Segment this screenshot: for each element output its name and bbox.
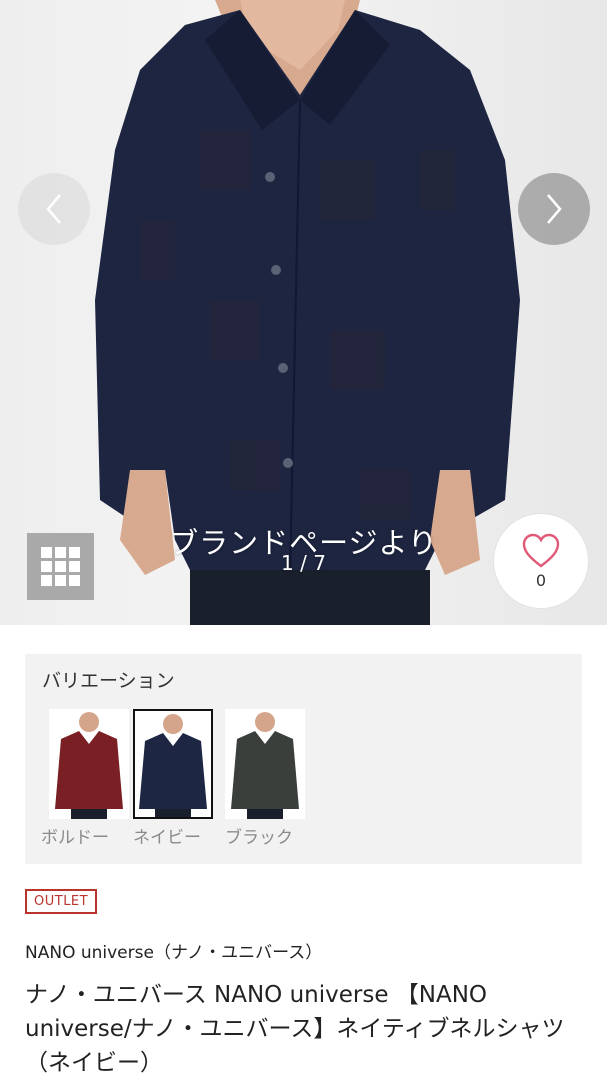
chevron-left-icon xyxy=(46,194,61,224)
brand-name[interactable]: NANO universe（ナノ・ユニバース） xyxy=(25,938,322,963)
outlet-badge: OUTLET xyxy=(25,889,98,914)
variation-label: ブラック xyxy=(225,828,293,848)
variation-item-bordeaux[interactable]: ボルドー xyxy=(41,709,129,848)
variation-thumbnail xyxy=(225,709,305,819)
variation-item-black[interactable]: ブラック xyxy=(225,709,305,848)
next-image-button[interactable] xyxy=(518,173,590,245)
variation-thumbnail xyxy=(133,709,213,819)
product-title: ナノ・ユニバース NANO universe 【NANO universe/ナノ… xyxy=(25,982,565,1076)
heart-icon xyxy=(522,533,560,568)
variation-title: バリエーション xyxy=(42,670,175,692)
variation-thumbnail xyxy=(49,709,129,819)
favorite-button[interactable]: 0 xyxy=(493,513,589,609)
favorite-count: 0 xyxy=(535,570,547,590)
variation-label: ボルドー xyxy=(41,828,109,848)
chevron-right-icon xyxy=(547,194,562,224)
variation-label: ネイビー xyxy=(133,828,201,848)
previous-image-button[interactable] xyxy=(18,173,90,245)
product-image-gallery[interactable]: ブランドページより 1 / 7 0 xyxy=(0,0,607,625)
variation-panel: バリエーション ボルドー ネイビー ブラック xyxy=(25,654,582,864)
variation-item-navy[interactable]: ネイビー xyxy=(133,709,213,848)
